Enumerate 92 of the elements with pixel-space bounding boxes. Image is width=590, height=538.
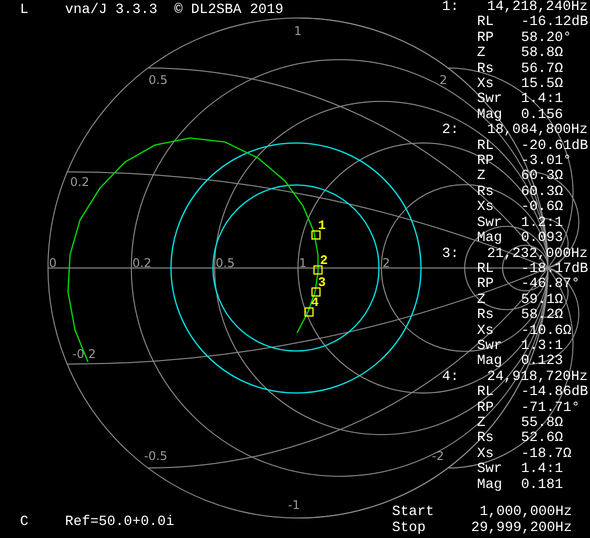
readout-label: Mag — [477, 108, 504, 124]
marker-label: 2 — [320, 253, 328, 268]
readout-label: RL — [477, 15, 495, 31]
readout-value: 1.3:1 — [521, 338, 564, 354]
readout-value: -16.12dB — [521, 15, 588, 31]
marker-label: 4 — [311, 295, 319, 310]
readout-label: Z — [477, 416, 486, 432]
readout-label: Xs — [477, 200, 495, 216]
readout-value: -20.61dB — [521, 138, 588, 154]
mode-indicator: L — [20, 2, 30, 18]
readout-value: 52.6Ω — [521, 431, 564, 447]
marker-frequency: 21,232,000Hz — [487, 246, 588, 262]
readout-value: 58.20° — [521, 30, 572, 46]
marker-square — [311, 287, 321, 297]
readout-label: Xs — [477, 324, 495, 339]
marker-square — [313, 265, 323, 275]
axis-label: 0 — [49, 256, 57, 270]
marker-label: 1 — [318, 218, 326, 233]
sweep-label: Start — [392, 504, 434, 520]
sweep-frequency: 29,999,200Hz — [470, 520, 572, 536]
readout-value: 1.4:1 — [521, 92, 564, 108]
readout-label: Mag — [477, 354, 504, 370]
readout-label: Swr — [477, 216, 504, 232]
readout-label: Swr — [477, 92, 504, 108]
marker-square — [304, 307, 314, 317]
axis-label: -2 — [432, 449, 444, 463]
readout-label: Xs — [477, 446, 495, 462]
marker-square — [311, 230, 321, 240]
readout-value: 56.7Ω — [521, 62, 564, 78]
axis-label: 2 — [440, 73, 448, 87]
marker-frequency: 14,218,240Hz — [487, 0, 588, 15]
readout-value: 60.3Ω — [521, 169, 564, 185]
readout-label: Swr — [477, 338, 504, 354]
sweep-frequency: 1,000,000Hz — [478, 504, 572, 520]
readout-label: Swr — [477, 462, 504, 478]
axis-label: 2 — [382, 256, 390, 270]
readout-label: Xs — [477, 77, 495, 92]
readout-value: -46.87° — [521, 277, 580, 293]
readout-value: 15.5Ω — [521, 77, 564, 92]
marker-index: 1: — [442, 0, 460, 16]
reference-impedance: Ref=50.0+0.0i — [65, 514, 174, 530]
readout-label: Rs — [477, 308, 495, 324]
mode-indicator: C — [20, 514, 30, 530]
axis-label: -1 — [288, 498, 300, 512]
marker-index: 3: — [442, 246, 460, 262]
readout-label: Z — [477, 169, 486, 185]
readout-label: Mag — [477, 231, 504, 246]
readout-label: RP — [477, 154, 495, 170]
readout-value: 0.093 — [521, 231, 564, 246]
readout-label: RL — [477, 385, 495, 401]
marker-index: 2: — [442, 123, 460, 139]
readout-value: 0.181 — [521, 478, 564, 493]
readout-value: -0.6Ω — [521, 200, 564, 216]
readout-label: Z — [477, 292, 486, 308]
readout-label: Rs — [477, 184, 495, 200]
axis-label: 0.5 — [148, 73, 168, 87]
app-title: vna/J 3.3.3 © DL2SBA 2019 — [65, 2, 284, 18]
readout-label: RP — [477, 277, 495, 293]
readout-value: -14.86dB — [521, 385, 588, 401]
axis-label: -0.5 — [144, 449, 168, 463]
readout-label: Z — [477, 46, 486, 62]
readout-value: 0.123 — [521, 354, 564, 370]
marker-label: 3 — [318, 275, 326, 290]
readout-label: RL — [477, 138, 495, 154]
readout-label: RP — [477, 30, 495, 46]
readout-value: 1.4:1 — [521, 462, 564, 478]
axis-label: 1 — [299, 256, 307, 270]
sweep-label: Stop — [392, 520, 427, 536]
axis-label: 0.2 — [70, 174, 90, 189]
readout-value: 59.1Ω — [521, 292, 564, 308]
readout-value: 58.2Ω — [521, 308, 564, 324]
axis-label: 1 — [294, 24, 302, 38]
axis-label: 0.2 — [132, 256, 152, 270]
readout-value: 60.3Ω — [521, 184, 564, 200]
readout-value: 0.156 — [521, 108, 564, 124]
marker-frequency: 18,084,800Hz — [487, 123, 588, 138]
marker-index: 4: — [442, 370, 460, 386]
readout-value: 58.8Ω — [521, 46, 564, 62]
readout-label: Mag — [477, 478, 504, 493]
readout-value: -10.6Ω — [521, 324, 572, 339]
marker-frequency: 24,918,720Hz — [487, 370, 588, 385]
readout-value: -18.17dB — [521, 262, 588, 278]
readout-value: -71.71° — [521, 400, 580, 416]
readout-value: 55.8Ω — [521, 416, 564, 432]
readout-value: -3.01° — [521, 154, 572, 170]
readout-value: -18.7Ω — [521, 446, 572, 462]
readout-label: RL — [477, 262, 495, 278]
readout-value: 1.2:1 — [521, 216, 564, 232]
readout-label: RP — [477, 400, 495, 416]
readout-label: Rs — [477, 431, 495, 447]
readout-label: Rs — [477, 62, 495, 78]
axis-label: 0.5 — [216, 256, 235, 270]
